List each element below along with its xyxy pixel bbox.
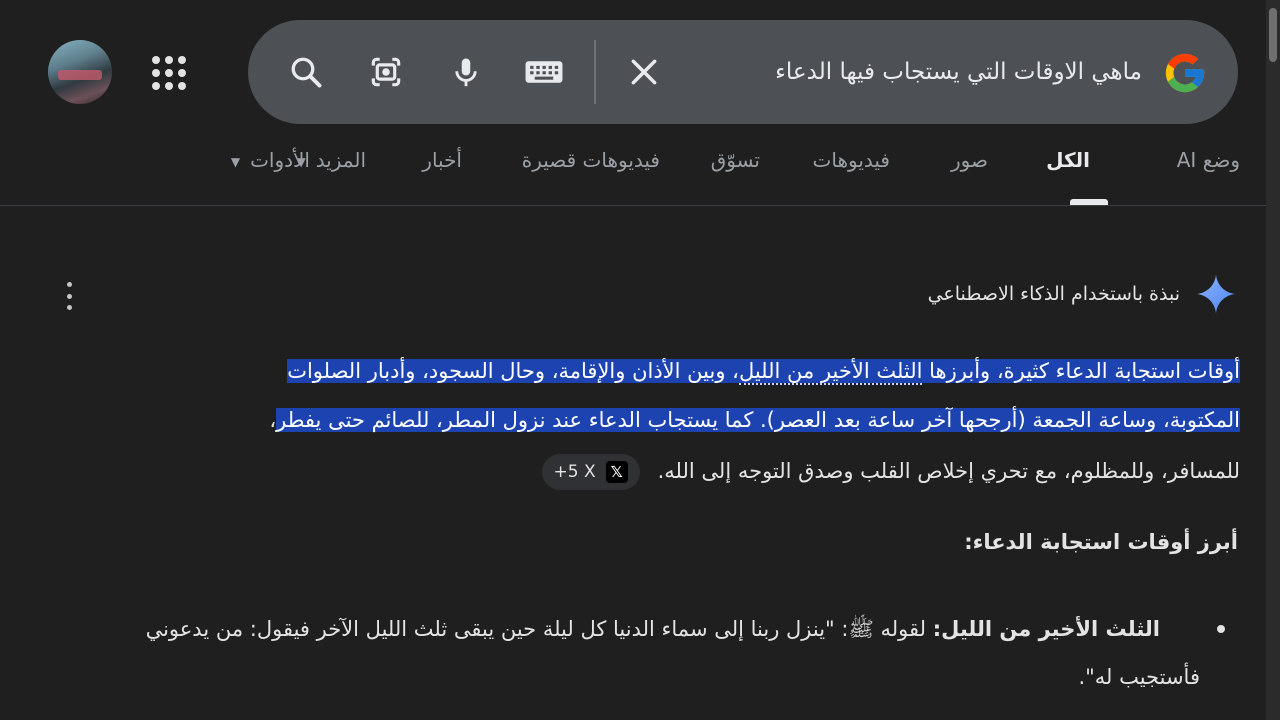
search-input[interactable]: ماهي الاوقات التي يستجاب فيها الدعاء	[622, 50, 1142, 94]
ai-sparkle-icon	[1196, 274, 1236, 314]
tab-all[interactable]: الكل	[1046, 148, 1090, 172]
search-icon[interactable]	[286, 52, 326, 92]
search-divider	[594, 40, 596, 104]
ai-overview-line-1: أوقات استجابة الدعاء كثيرة، وأبرزها الثل…	[60, 350, 1240, 392]
bullet-icon	[1217, 625, 1225, 633]
highlighted-text: أوقات استجابة الدعاء كثيرة، وأبرزها الثل…	[287, 359, 1240, 385]
ai-overview-line-3: للمسافر، وللمظلوم، مع تحري إخلاص القلب و…	[60, 448, 1240, 494]
google-lens-icon[interactable]	[366, 52, 406, 92]
ai-overview-line-2: المكتوبة، وساعة الجمعة (أرجحها آخر ساعة …	[269, 408, 1240, 432]
tab-images[interactable]: صور	[951, 148, 988, 172]
bullet-line-2: فأستجيب له".	[1078, 665, 1200, 689]
source-link[interactable]: الثلث الأخير من الليل	[738, 359, 923, 385]
more-vertical-icon[interactable]	[62, 282, 76, 310]
tab-videos[interactable]: فيديوهات	[813, 148, 890, 172]
scrollbar[interactable]	[1266, 0, 1280, 720]
highlighted-text: المكتوبة، وساعة الجمعة (أرجحها آخر ساعة …	[276, 408, 1240, 432]
x-logo-icon: 𝕏	[605, 461, 628, 483]
ai-overview-header: نبذة باستخدام الذكاء الاصطناعي	[928, 272, 1238, 316]
tab-short-videos[interactable]: فيديوهات قصيرة	[522, 148, 660, 172]
tab-shopping[interactable]: تسوّق	[711, 148, 760, 172]
section-heading: أبرز أوقات استجابة الدعاء:	[964, 530, 1238, 554]
search-bar: ماهي الاوقات التي يستجاب فيها الدعاء	[248, 20, 1238, 124]
bullet-line-1: الثلث الأخير من الليل: لقوله ﷺ: "ينزل رب…	[145, 617, 1160, 641]
scrollbar-thumb[interactable]	[1269, 8, 1277, 62]
tab-ai-mode[interactable]: وضع AI	[1177, 148, 1240, 172]
google-logo-icon[interactable]	[1162, 50, 1208, 96]
ai-overview-label: نبذة باستخدام الذكاء الاصطناعي	[927, 283, 1180, 305]
apps-grid-icon[interactable]	[150, 54, 186, 90]
source-chip[interactable]: +5 X𝕏	[541, 454, 640, 490]
search-tabs: وضع AI الكل صور فيديوهات تسوّق فيديوهات …	[150, 138, 1240, 206]
avatar[interactable]	[48, 40, 112, 104]
microphone-icon[interactable]	[446, 52, 486, 92]
tabs-divider	[0, 205, 1266, 206]
tab-tools[interactable]: الأدوات▼	[231, 148, 310, 172]
bullet-title: الثلث الأخير من الليل:	[932, 617, 1160, 641]
tab-news[interactable]: أخبار	[422, 148, 462, 172]
chevron-down-icon: ▼	[230, 154, 241, 169]
keyboard-icon[interactable]	[524, 52, 564, 92]
